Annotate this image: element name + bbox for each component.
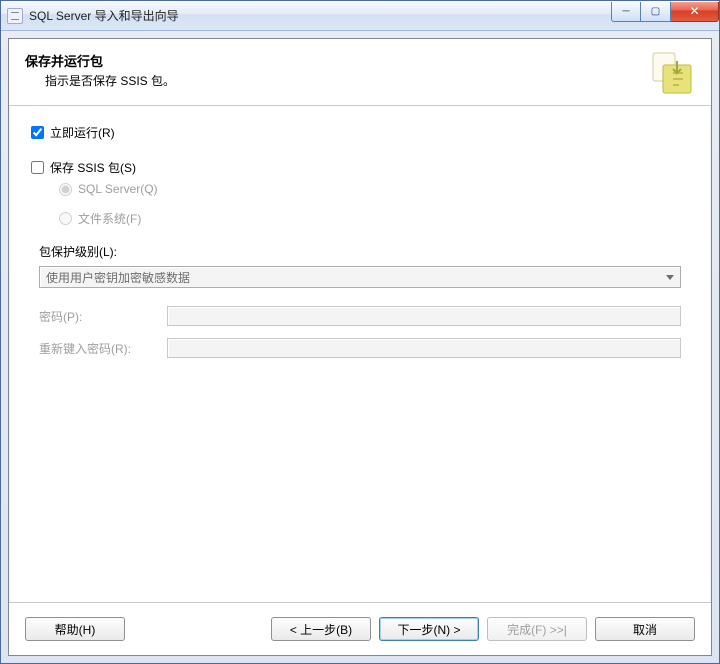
window-controls: ─ ▢ ✕ bbox=[611, 2, 719, 22]
minimize-button[interactable]: ─ bbox=[611, 2, 641, 22]
window-frame: SQL Server 导入和导出向导 ─ ▢ ✕ 保存并运行包 指示是否保存 S… bbox=[0, 0, 720, 664]
chevron-down-icon bbox=[662, 268, 678, 286]
maximize-button[interactable]: ▢ bbox=[641, 2, 671, 22]
protection-level-label: 包保护级别(L): bbox=[39, 243, 689, 260]
filesystem-radio bbox=[59, 212, 72, 225]
save-ssis-row: 保存 SSIS 包(S) bbox=[31, 159, 689, 176]
run-now-checkbox[interactable] bbox=[31, 126, 44, 139]
run-now-label[interactable]: 立即运行(R) bbox=[50, 124, 115, 141]
password-label: 密码(P): bbox=[39, 308, 167, 325]
page-title: 保存并运行包 bbox=[25, 51, 647, 70]
run-now-row: 立即运行(R) bbox=[31, 124, 689, 141]
retype-password-field bbox=[167, 338, 681, 358]
filesystem-label: 文件系统(F) bbox=[78, 210, 141, 227]
header-text-block: 保存并运行包 指示是否保存 SSIS 包。 bbox=[25, 51, 647, 97]
back-button[interactable]: < 上一步(B) bbox=[271, 617, 371, 641]
protection-level-dropdown: 使用用户密钥加密敏感数据 bbox=[39, 266, 681, 288]
window-title: SQL Server 导入和导出向导 bbox=[29, 7, 611, 24]
header-icon bbox=[647, 51, 695, 97]
next-button[interactable]: 下一步(N) > bbox=[379, 617, 479, 641]
password-field bbox=[167, 306, 681, 326]
retype-password-row: 重新键入密码(R): bbox=[39, 338, 681, 358]
password-row: 密码(P): bbox=[39, 306, 681, 326]
content-area: 立即运行(R) 保存 SSIS 包(S) SQL Server(Q) 文件系统(… bbox=[9, 106, 711, 602]
cancel-button[interactable]: 取消 bbox=[595, 617, 695, 641]
close-button[interactable]: ✕ bbox=[671, 2, 719, 22]
wizard-header: 保存并运行包 指示是否保存 SSIS 包。 bbox=[9, 39, 711, 106]
help-button[interactable]: 帮助(H) bbox=[25, 617, 125, 641]
retype-password-label: 重新键入密码(R): bbox=[39, 340, 167, 357]
sql-server-label: SQL Server(Q) bbox=[78, 182, 158, 196]
page-subtitle: 指示是否保存 SSIS 包。 bbox=[25, 72, 647, 89]
sql-server-row: SQL Server(Q) bbox=[59, 182, 689, 196]
filesystem-row: 文件系统(F) bbox=[59, 210, 689, 227]
title-bar: SQL Server 导入和导出向导 ─ ▢ ✕ bbox=[1, 1, 719, 31]
app-icon bbox=[7, 8, 23, 24]
protection-level-selected: 使用用户密钥加密敏感数据 bbox=[46, 269, 662, 286]
save-ssis-checkbox[interactable] bbox=[31, 161, 44, 174]
wizard-footer: 帮助(H) < 上一步(B) 下一步(N) > 完成(F) >>| 取消 bbox=[9, 602, 711, 655]
sql-server-radio bbox=[59, 183, 72, 196]
dialog-body: 保存并运行包 指示是否保存 SSIS 包。 立即运行(R) 保存 SSIS 包(… bbox=[8, 38, 712, 656]
save-ssis-label[interactable]: 保存 SSIS 包(S) bbox=[50, 159, 136, 176]
save-target-group: SQL Server(Q) 文件系统(F) bbox=[59, 182, 689, 227]
finish-button: 完成(F) >>| bbox=[487, 617, 587, 641]
